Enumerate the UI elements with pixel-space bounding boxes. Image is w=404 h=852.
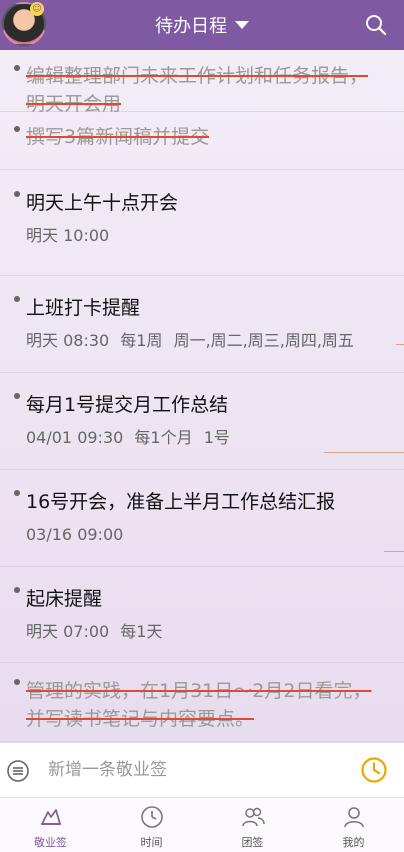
todo-meta: 03/16 09:00 xyxy=(0,516,404,546)
page-title: 待办日程 xyxy=(155,16,227,37)
todo-title: 16号开会，准备上半月工作总结汇报 xyxy=(26,491,336,513)
todo-repeat: 每1周 xyxy=(120,331,163,350)
todo-item[interactable]: 管理的实践，在1月31日～2月2日看完，并写读书笔记与内容要点。 xyxy=(0,663,404,742)
todo-item[interactable]: 上班打卡提醒 明天 08:30 每1周 周一,周二,周三,周四,周五 xyxy=(0,276,404,373)
todo-time: 明天 07:00 xyxy=(26,622,110,641)
todo-time: 03/16 09:00 xyxy=(26,525,124,544)
tab-time[interactable]: 时间 xyxy=(101,798,202,852)
todo-repeat: 每1个月 xyxy=(134,428,193,447)
todo-meta: 明天 08:30 每1周 周一,周二,周三,周四,周五 xyxy=(0,322,404,352)
person-icon xyxy=(343,807,364,828)
tab-me[interactable]: 我的 xyxy=(303,798,404,852)
todo-title: 起床提醒 xyxy=(26,588,103,610)
new-note-input[interactable] xyxy=(40,753,340,787)
todo-title: 每月1号提交月工作总结 xyxy=(26,394,229,416)
todo-item[interactable]: 编辑整理部门未来工作计划和任务报告，明天开会用 xyxy=(0,50,404,115)
todo-list[interactable]: 编辑整理部门未来工作计划和任务报告，明天开会用 撰写3篇新闻稿并提交 明天上午十… xyxy=(0,50,404,742)
divider xyxy=(396,344,404,345)
todo-days: 1号 xyxy=(203,428,230,447)
todo-title: 上班打卡提醒 xyxy=(26,297,141,319)
todo-item[interactable]: 16号开会，准备上半月工作总结汇报 03/16 09:00 xyxy=(0,470,404,567)
search-icon[interactable] xyxy=(364,13,388,37)
todo-time: 明天 08:30 xyxy=(26,331,110,350)
team-icon xyxy=(241,807,265,827)
bottom-tab-bar: 敬业签 时间 团签 我的 xyxy=(0,797,404,852)
todo-title: 管理的实践，在1月31日～2月2日看完，并写读书笔记与内容要点。 xyxy=(26,680,372,730)
todo-title: 撰写3篇新闻稿并提交 xyxy=(26,126,210,148)
todo-time: 明天 10:00 xyxy=(26,226,110,245)
todo-meta: 04/01 09:30 每1个月 1号 xyxy=(0,419,404,449)
chevron-down-icon xyxy=(235,21,249,29)
tab-team[interactable]: 团签 xyxy=(202,798,303,852)
todo-time: 04/01 09:30 xyxy=(26,428,124,447)
tab-label: 时间 xyxy=(140,836,163,849)
todo-item[interactable]: 撰写3篇新闻稿并提交 xyxy=(0,112,404,170)
app-header: ☺ 待办日程 xyxy=(0,0,404,50)
todo-title: 明天上午十点开会 xyxy=(26,192,179,214)
tab-label: 团签 xyxy=(241,836,264,849)
todo-days: 周一,周二,周三,周四,周五 xyxy=(173,331,354,350)
todo-item[interactable]: 每月1号提交月工作总结 04/01 09:30 每1个月 1号 xyxy=(0,373,404,470)
tab-label: 敬业签 xyxy=(34,836,67,849)
todo-item[interactable]: 明天上午十点开会 明天 10:00 xyxy=(0,170,404,276)
tab-notes[interactable]: 敬业签 xyxy=(0,798,101,852)
reminder-clock-icon[interactable] xyxy=(360,756,388,784)
new-note-bar xyxy=(0,742,404,797)
divider xyxy=(384,551,404,552)
divider xyxy=(324,452,404,453)
title-dropdown[interactable]: 待办日程 xyxy=(0,0,404,50)
todo-title: 编辑整理部门未来工作计划和任务报告，明天开会用 xyxy=(26,65,369,115)
todo-meta: 明天 07:00 每1天 xyxy=(0,613,404,643)
clock-icon xyxy=(140,806,163,828)
note-icon xyxy=(40,809,61,825)
todo-item[interactable]: 起床提醒 明天 07:00 每1天 xyxy=(0,567,404,663)
todo-meta: 明天 10:00 xyxy=(0,217,404,247)
todo-repeat: 每1天 xyxy=(120,622,163,641)
swap-icon[interactable] xyxy=(6,759,30,783)
tab-label: 我的 xyxy=(342,836,365,849)
